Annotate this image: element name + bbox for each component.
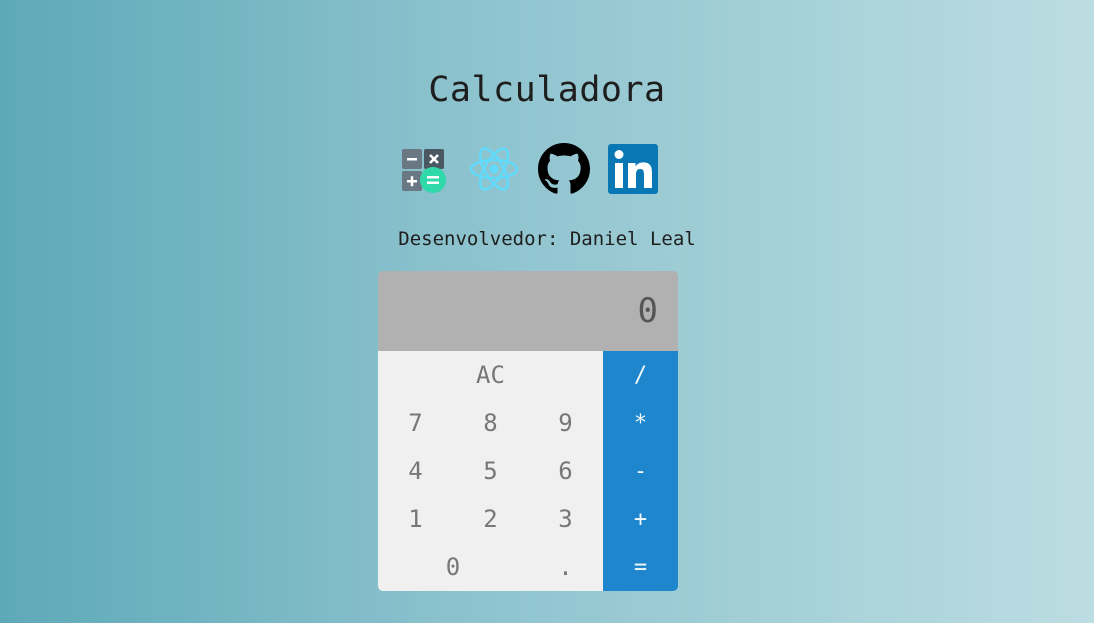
digit-4-button[interactable]: 4	[378, 447, 453, 495]
digit-2-button[interactable]: 2	[453, 495, 528, 543]
digit-1-button[interactable]: 1	[378, 495, 453, 543]
digit-5-button[interactable]: 5	[453, 447, 528, 495]
clear-button[interactable]: AC	[378, 351, 603, 399]
page-title: Calculadora	[428, 70, 666, 110]
calculator: 0 AC / 7 8 9 * 4 5 6 - 1 2 3 + 0 . =	[378, 271, 678, 591]
calculator-display: 0	[378, 271, 678, 351]
subtract-button[interactable]: -	[603, 447, 678, 495]
digit-0-button[interactable]: 0	[378, 543, 528, 591]
developer-credit: Desenvolvedor: Daniel Leal	[398, 228, 696, 250]
react-icon	[468, 143, 520, 195]
github-icon[interactable]	[538, 143, 590, 195]
multiply-button[interactable]: *	[603, 399, 678, 447]
technology-icons	[398, 143, 660, 195]
divide-button[interactable]: /	[603, 351, 678, 399]
digit-7-button[interactable]: 7	[378, 399, 453, 447]
digit-9-button[interactable]: 9	[528, 399, 603, 447]
digit-8-button[interactable]: 8	[453, 399, 528, 447]
decimal-button[interactable]: .	[528, 543, 603, 591]
digit-6-button[interactable]: 6	[528, 447, 603, 495]
equals-button[interactable]: =	[603, 543, 678, 591]
calculator-icon	[398, 143, 450, 195]
linkedin-icon[interactable]	[608, 143, 660, 195]
digit-3-button[interactable]: 3	[528, 495, 603, 543]
add-button[interactable]: +	[603, 495, 678, 543]
